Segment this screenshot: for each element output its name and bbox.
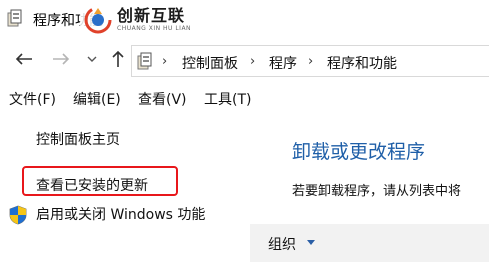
breadcrumb-separator-icon[interactable]: › bbox=[308, 54, 313, 69]
up-button[interactable] bbox=[107, 48, 129, 70]
page-title: 卸载或更改程序 bbox=[292, 141, 426, 163]
breadcrumb-separator-icon[interactable]: › bbox=[250, 54, 255, 69]
uac-shield-icon bbox=[9, 205, 27, 225]
breadcrumb-programs[interactable]: 程序 bbox=[269, 53, 297, 73]
breadcrumb-programs-and-features[interactable]: 程序和功能 bbox=[327, 53, 397, 73]
title-bar: 程序和功能 创新互联 CHUANG XIN HU LIAN bbox=[0, 0, 489, 38]
menu-tools[interactable]: 工具(T) bbox=[204, 89, 251, 109]
organize-button[interactable]: 组织 bbox=[268, 234, 296, 254]
arrow-right-icon bbox=[53, 53, 70, 65]
brand-logo-icon bbox=[84, 6, 112, 34]
watermark-logo: 创新互联 CHUANG XIN HU LIAN bbox=[80, 2, 200, 38]
view-installed-updates-link[interactable]: 查看已安装的更新 bbox=[36, 175, 148, 195]
dropdown-caret-icon[interactable] bbox=[307, 240, 315, 245]
breadcrumb-control-panel[interactable]: 控制面板 bbox=[182, 53, 238, 73]
address-row: › 控制面板 › 程序 › 程序和功能 bbox=[0, 38, 489, 82]
back-button[interactable] bbox=[13, 48, 35, 70]
breadcrumb-separator-icon[interactable]: › bbox=[162, 54, 167, 69]
program-list-toolbar: 组织 bbox=[250, 224, 489, 262]
address-bar[interactable]: › 控制面板 › 程序 › 程序和功能 bbox=[131, 45, 489, 77]
arrow-left-icon bbox=[15, 53, 32, 65]
arrow-up-icon bbox=[112, 50, 124, 67]
left-nav-pane: 控制面板主页 查看已安装的更新 启用或关闭 Windows 功能 bbox=[0, 112, 250, 262]
forward-button[interactable] bbox=[50, 48, 72, 70]
menu-bar: 文件(F) 编辑(E) 查看(V) 工具(T) bbox=[0, 86, 489, 110]
watermark-brand: 创新互联 bbox=[117, 6, 186, 25]
menu-view[interactable]: 查看(V) bbox=[138, 89, 187, 109]
control-panel-home-link[interactable]: 控制面板主页 bbox=[36, 129, 120, 149]
menu-file[interactable]: 文件(F) bbox=[9, 89, 56, 109]
windows-features-link[interactable]: 启用或关闭 Windows 功能 bbox=[36, 204, 205, 224]
recent-locations-button[interactable] bbox=[84, 48, 100, 70]
programs-folder-icon bbox=[137, 52, 152, 70]
chevron-down-icon bbox=[87, 56, 97, 62]
menu-edit[interactable]: 编辑(E) bbox=[73, 89, 121, 109]
watermark-sub: CHUANG XIN HU LIAN bbox=[117, 25, 192, 32]
programs-folder-icon bbox=[7, 9, 22, 27]
page-description: 若要卸载程序，请从列表中将 bbox=[292, 184, 462, 199]
